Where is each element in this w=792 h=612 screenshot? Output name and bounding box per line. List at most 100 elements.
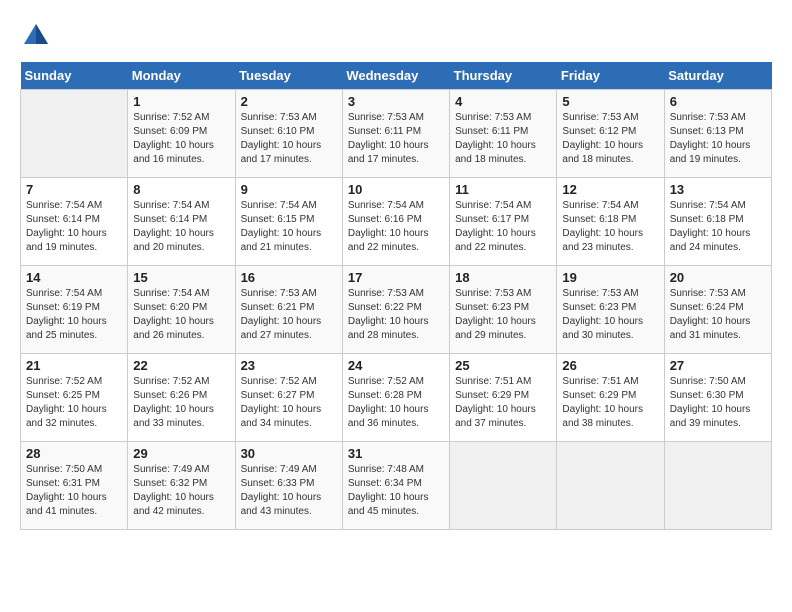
- week-row-1: 1 Sunrise: 7:52 AM Sunset: 6:09 PM Daylig…: [21, 90, 772, 178]
- logo-icon: [20, 20, 52, 52]
- day-number: 13: [670, 182, 766, 197]
- day-number: 20: [670, 270, 766, 285]
- day-info: Sunrise: 7:50 AM Sunset: 6:31 PM Dayligh…: [26, 463, 122, 519]
- calendar-cell: 16Sunrise: 7:53 AM Sunset: 6:21 PM Dayli…: [235, 266, 342, 354]
- header-thursday: Thursday: [450, 62, 557, 90]
- day-info: Sunrise: 7:54 AM Sunset: 6:19 PM Dayligh…: [26, 287, 122, 343]
- header-friday: Friday: [557, 62, 664, 90]
- day-number: 2: [241, 94, 337, 109]
- calendar-cell: 23 Sunrise: 7:52 AM Sunset: 6:27 PM Dayli…: [235, 354, 342, 442]
- day-info: Sunrise: 7:54 AM Sunset: 6:16 PM Dayligh…: [348, 199, 444, 255]
- calendar-cell: 9 Sunrise: 7:54 AM Sunset: 6:15 PM Daylig…: [235, 178, 342, 266]
- day-number: 12: [562, 182, 658, 197]
- day-info: Sunrise: 7:54 AM Sunset: 6:14 PM Dayligh…: [26, 199, 122, 255]
- header-sunday: Sunday: [21, 62, 128, 90]
- calendar-cell: 15 Sunrise: 7:54 AM Sunset: 6:20 PM Dayli…: [128, 266, 235, 354]
- day-number: 14: [26, 270, 122, 285]
- day-number: 27: [670, 358, 766, 373]
- day-number: 19: [562, 270, 658, 285]
- week-row-5: 28 Sunrise: 7:50 AM Sunset: 6:31 PM Dayli…: [21, 442, 772, 530]
- calendar-cell: 3Sunrise: 7:53 AM Sunset: 6:11 PM Daylig…: [342, 90, 449, 178]
- calendar-cell: 6 Sunrise: 7:53 AM Sunset: 6:13 PM Daylig…: [664, 90, 771, 178]
- day-number: 1: [133, 94, 229, 109]
- calendar-cell: 14 Sunrise: 7:54 AM Sunset: 6:19 PM Dayli…: [21, 266, 128, 354]
- calendar-cell: 31 Sunrise: 7:48 AM Sunset: 6:34 PM Dayli…: [342, 442, 449, 530]
- calendar-cell: 8 Sunrise: 7:54 AM Sunset: 6:14 PM Daylig…: [128, 178, 235, 266]
- day-number: 23: [241, 358, 337, 373]
- header-saturday: Saturday: [664, 62, 771, 90]
- calendar-cell: 29Sunrise: 7:49 AM Sunset: 6:32 PM Dayli…: [128, 442, 235, 530]
- day-number: 28: [26, 446, 122, 461]
- day-info: Sunrise: 7:53 AM Sunset: 6:22 PM Dayligh…: [348, 287, 444, 343]
- day-info: Sunrise: 7:54 AM Sunset: 6:17 PM Dayligh…: [455, 199, 551, 255]
- day-info: Sunrise: 7:52 AM Sunset: 6:09 PM Dayligh…: [133, 111, 229, 167]
- header-tuesday: Tuesday: [235, 62, 342, 90]
- day-number: 3: [348, 94, 444, 109]
- calendar-cell: 26 Sunrise: 7:51 AM Sunset: 6:29 PM Dayli…: [557, 354, 664, 442]
- calendar-cell: 17 Sunrise: 7:53 AM Sunset: 6:22 PM Dayli…: [342, 266, 449, 354]
- calendar-cell: 18 Sunrise: 7:53 AM Sunset: 6:23 PM Dayli…: [450, 266, 557, 354]
- calendar-cell: 2 Sunrise: 7:53 AM Sunset: 6:10 PM Daylig…: [235, 90, 342, 178]
- week-row-3: 14 Sunrise: 7:54 AM Sunset: 6:19 PM Dayli…: [21, 266, 772, 354]
- day-info: Sunrise: 7:54 AM Sunset: 6:15 PM Dayligh…: [241, 199, 337, 255]
- calendar-cell: 21Sunrise: 7:52 AM Sunset: 6:25 PM Dayli…: [21, 354, 128, 442]
- days-header-row: SundayMondayTuesdayWednesdayThursdayFrid…: [21, 62, 772, 90]
- day-info: Sunrise: 7:51 AM Sunset: 6:29 PM Dayligh…: [455, 375, 551, 431]
- calendar-cell: [21, 90, 128, 178]
- calendar-cell: 28 Sunrise: 7:50 AM Sunset: 6:31 PM Dayli…: [21, 442, 128, 530]
- day-number: 17: [348, 270, 444, 285]
- day-number: 11: [455, 182, 551, 197]
- calendar-cell: 4Sunrise: 7:53 AM Sunset: 6:11 PM Daylig…: [450, 90, 557, 178]
- header-wednesday: Wednesday: [342, 62, 449, 90]
- logo: [20, 20, 56, 52]
- day-info: Sunrise: 7:51 AM Sunset: 6:29 PM Dayligh…: [562, 375, 658, 431]
- week-row-4: 21Sunrise: 7:52 AM Sunset: 6:25 PM Dayli…: [21, 354, 772, 442]
- calendar-cell: 12Sunrise: 7:54 AM Sunset: 6:18 PM Dayli…: [557, 178, 664, 266]
- day-number: 31: [348, 446, 444, 461]
- day-info: Sunrise: 7:54 AM Sunset: 6:20 PM Dayligh…: [133, 287, 229, 343]
- day-info: Sunrise: 7:54 AM Sunset: 6:18 PM Dayligh…: [670, 199, 766, 255]
- calendar-cell: [450, 442, 557, 530]
- day-number: 4: [455, 94, 551, 109]
- day-number: 21: [26, 358, 122, 373]
- calendar-cell: 7 Sunrise: 7:54 AM Sunset: 6:14 PM Daylig…: [21, 178, 128, 266]
- calendar-cell: 10 Sunrise: 7:54 AM Sunset: 6:16 PM Dayli…: [342, 178, 449, 266]
- calendar-cell: [557, 442, 664, 530]
- day-number: 7: [26, 182, 122, 197]
- calendar-table: SundayMondayTuesdayWednesdayThursdayFrid…: [20, 62, 772, 530]
- day-number: 10: [348, 182, 444, 197]
- calendar-cell: 1 Sunrise: 7:52 AM Sunset: 6:09 PM Daylig…: [128, 90, 235, 178]
- day-info: Sunrise: 7:53 AM Sunset: 6:23 PM Dayligh…: [455, 287, 551, 343]
- day-number: 16: [241, 270, 337, 285]
- calendar-cell: 13 Sunrise: 7:54 AM Sunset: 6:18 PM Dayli…: [664, 178, 771, 266]
- day-info: Sunrise: 7:53 AM Sunset: 6:10 PM Dayligh…: [241, 111, 337, 167]
- day-number: 29: [133, 446, 229, 461]
- week-row-2: 7 Sunrise: 7:54 AM Sunset: 6:14 PM Daylig…: [21, 178, 772, 266]
- day-info: Sunrise: 7:53 AM Sunset: 6:23 PM Dayligh…: [562, 287, 658, 343]
- day-number: 30: [241, 446, 337, 461]
- day-info: Sunrise: 7:50 AM Sunset: 6:30 PM Dayligh…: [670, 375, 766, 431]
- day-number: 18: [455, 270, 551, 285]
- calendar-cell: 11 Sunrise: 7:54 AM Sunset: 6:17 PM Dayli…: [450, 178, 557, 266]
- day-info: Sunrise: 7:52 AM Sunset: 6:26 PM Dayligh…: [133, 375, 229, 431]
- calendar-cell: [664, 442, 771, 530]
- calendar-cell: 24Sunrise: 7:52 AM Sunset: 6:28 PM Dayli…: [342, 354, 449, 442]
- day-number: 22: [133, 358, 229, 373]
- day-info: Sunrise: 7:53 AM Sunset: 6:13 PM Dayligh…: [670, 111, 766, 167]
- day-number: 26: [562, 358, 658, 373]
- day-info: Sunrise: 7:54 AM Sunset: 6:14 PM Dayligh…: [133, 199, 229, 255]
- day-info: Sunrise: 7:48 AM Sunset: 6:34 PM Dayligh…: [348, 463, 444, 519]
- day-number: 6: [670, 94, 766, 109]
- calendar-cell: 30 Sunrise: 7:49 AM Sunset: 6:33 PM Dayli…: [235, 442, 342, 530]
- calendar-cell: 22 Sunrise: 7:52 AM Sunset: 6:26 PM Dayli…: [128, 354, 235, 442]
- day-info: Sunrise: 7:49 AM Sunset: 6:33 PM Dayligh…: [241, 463, 337, 519]
- calendar-cell: 25Sunrise: 7:51 AM Sunset: 6:29 PM Dayli…: [450, 354, 557, 442]
- header: [20, 20, 772, 52]
- day-number: 24: [348, 358, 444, 373]
- day-number: 15: [133, 270, 229, 285]
- day-number: 8: [133, 182, 229, 197]
- day-number: 9: [241, 182, 337, 197]
- day-info: Sunrise: 7:52 AM Sunset: 6:27 PM Dayligh…: [241, 375, 337, 431]
- day-info: Sunrise: 7:53 AM Sunset: 6:24 PM Dayligh…: [670, 287, 766, 343]
- calendar-cell: 27 Sunrise: 7:50 AM Sunset: 6:30 PM Dayli…: [664, 354, 771, 442]
